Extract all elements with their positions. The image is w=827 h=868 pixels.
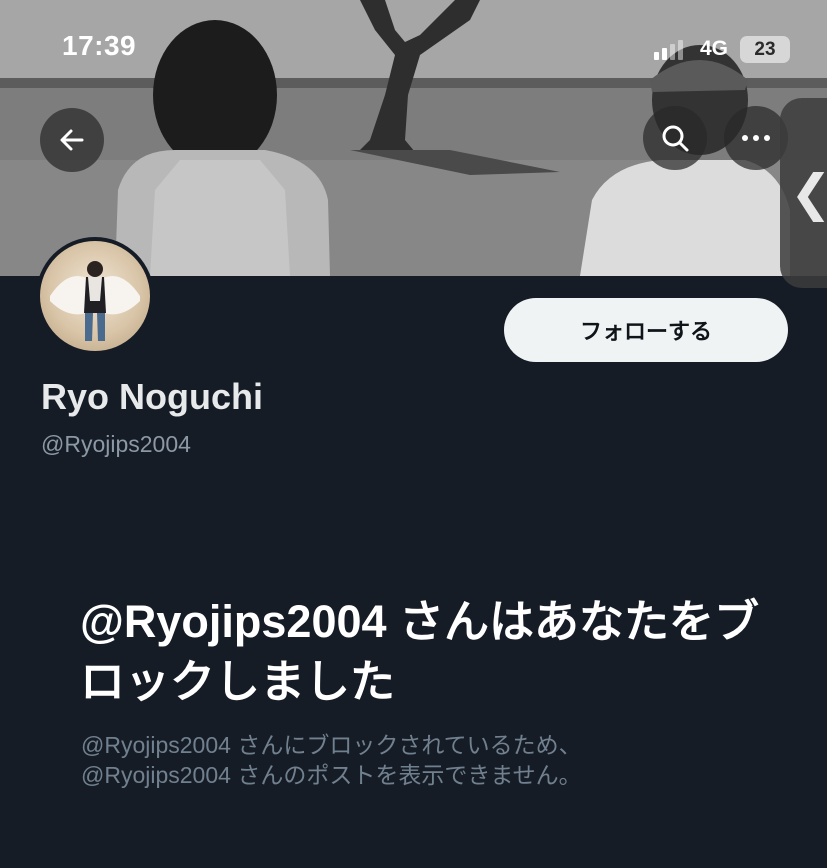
avatar-image [40,241,150,351]
display-name: Ryo Noguchi [41,376,263,417]
search-icon [662,125,689,152]
network-type: 4G [700,37,729,60]
blocked-message-line-2: @Ryojips2004 さんのポストを表示できません。 [81,762,582,788]
blocked-message-line-1: @Ryojips2004 さんにブロックされているため、 [81,732,582,758]
more-button[interactable] [724,106,788,170]
status-time: 17:39 [62,30,137,61]
signal-strength-icon [654,40,683,60]
back-button[interactable] [40,108,104,172]
follow-button[interactable]: フォローする [504,298,788,362]
blocked-title: @Ryojips2004 さんはあなたをブロックしました [80,596,760,707]
side-panel-handle[interactable]: ❮ [780,98,827,288]
avatar[interactable] [36,237,154,355]
blocked-message: @Ryojips2004 さんにブロックされているため、 @Ryojips200… [81,730,781,790]
more-horizontal-icon [742,135,770,141]
user-handle: @Ryojips2004 [41,431,191,457]
profile-screen: 17:39 4G 23 ❮ [0,0,827,868]
arrow-left-icon [60,129,84,151]
search-button[interactable] [643,106,707,170]
battery-indicator: 23 [740,36,790,63]
chevron-left-icon: ❮ [790,164,827,222]
